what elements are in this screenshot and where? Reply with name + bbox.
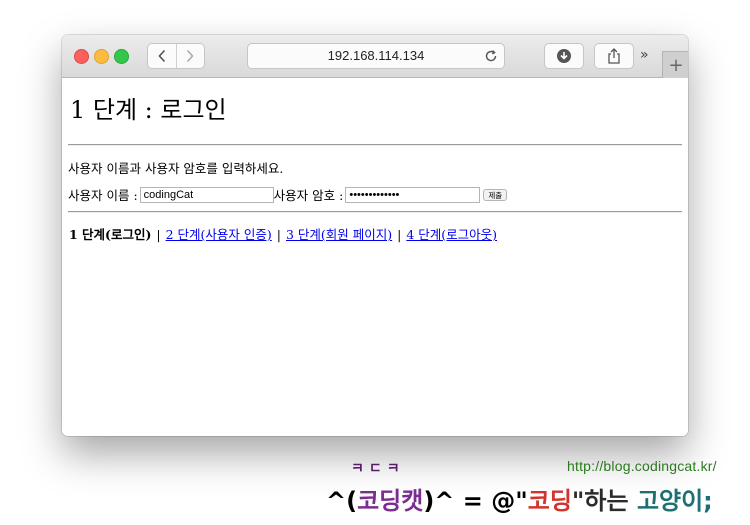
step-separator: | (276, 227, 281, 242)
slogan-part: "하는 (571, 487, 637, 515)
chevron-left-icon (158, 49, 165, 63)
new-tab-button[interactable]: + (662, 51, 688, 78)
step-navigation: 1 단계(로그인) | 2 단계(사용자 인증) | 3 단계(회원 페이지) | 4 단계… (69, 224, 497, 243)
address-bar[interactable]: 192.168.114.134 (247, 43, 505, 69)
watermark-slogan: ^(코딩캣)^ = @"코딩"하는 고양이; (326, 481, 713, 516)
slogan-part: 코딩 (527, 487, 572, 515)
step-3-link[interactable]: 3 단계(회원 페이지) (286, 227, 392, 242)
reload-button[interactable] (484, 48, 498, 67)
divider-top (68, 144, 682, 146)
share-icon (608, 48, 620, 64)
watermark-url: http://blog.codingcat.kr/ (567, 458, 717, 474)
watermark-initials: ㅋㄷㅋ (351, 461, 405, 477)
step-separator: | (397, 227, 402, 242)
divider-bottom (68, 211, 682, 213)
slogan-part: )^ = @" (423, 487, 528, 515)
back-button[interactable] (148, 44, 176, 68)
browser-toolbar: 192.168.114.134 » + (62, 35, 688, 78)
forward-button[interactable] (175, 44, 205, 68)
page-content: 1 단계 : 로그인 사용자 이름과 사용자 암호를 입력하세요. 사용자 이름… (62, 78, 688, 436)
slogan-part: 고양이; (636, 487, 713, 515)
step-separator: | (156, 227, 161, 242)
slogan-part: 코딩캣 (357, 487, 424, 515)
instruction-text: 사용자 이름과 사용자 암호를 입력하세요. (68, 161, 284, 176)
submit-button[interactable]: 제출 (483, 188, 508, 201)
step-4-link[interactable]: 4 단계(로그아웃) (406, 227, 497, 242)
chevron-right-icon (187, 49, 194, 63)
reload-icon (485, 50, 497, 62)
zoom-window-button[interactable] (114, 49, 129, 64)
username-label: 사용자 이름 : (68, 188, 138, 203)
nav-button-group (147, 43, 205, 69)
minimize-window-button[interactable] (94, 49, 109, 64)
browser-window: 192.168.114.134 » + 1 단계 : 로그인 사용자 이름과 사… (62, 35, 688, 436)
step-2-link[interactable]: 2 단계(사용자 인증) (166, 227, 272, 242)
current-step: 1 단계(로그인) (69, 227, 152, 242)
page-title: 1 단계 : 로그인 (70, 96, 227, 124)
download-icon (557, 49, 571, 63)
password-input[interactable] (345, 186, 481, 203)
username-input[interactable] (139, 186, 274, 203)
more-toolbar-button[interactable]: » (640, 47, 649, 63)
close-window-button[interactable] (74, 49, 89, 64)
login-form: 사용자 이름 : 사용자 암호 : 제출 (68, 185, 508, 204)
downloads-button[interactable] (544, 43, 584, 69)
password-label: 사용자 암호 : (273, 188, 344, 203)
share-button[interactable] (594, 43, 634, 69)
slogan-part: ^( (326, 487, 358, 515)
address-text: 192.168.114.134 (327, 48, 425, 63)
